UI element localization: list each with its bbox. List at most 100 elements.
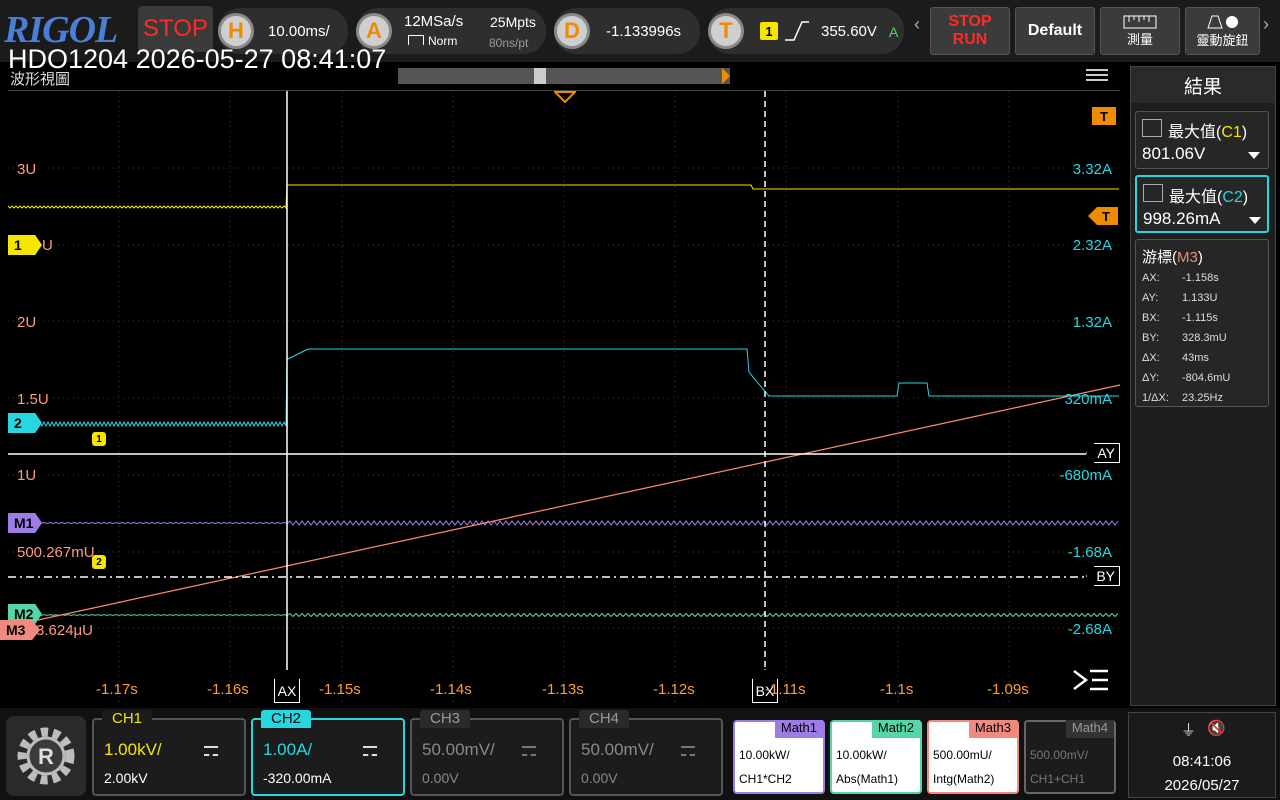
- measurement-card-2[interactable]: 最大值(C2) 998.26mA: [1135, 175, 1269, 233]
- m3-scale-label: 3U: [17, 161, 37, 178]
- m3-scale-label: 3.624μU: [36, 622, 94, 639]
- delay-panel[interactable]: D -1.133996s: [554, 8, 700, 54]
- measurement-card-1[interactable]: 最大值(C1) 801.06V: [1135, 111, 1269, 169]
- view-window-indicator[interactable]: [534, 68, 546, 84]
- waveform-canvas: [8, 91, 1120, 705]
- cursor-key: BY:: [1142, 332, 1160, 344]
- scroll-right-icon[interactable]: ›: [1263, 14, 1269, 35]
- math-tab: Math1: [774, 720, 823, 738]
- channel-tab: CH4: [579, 710, 630, 728]
- cursor-results-card[interactable]: 游標(M3) AX: -1.158s AY: 1.133U BX: -1.115s BY: 3…: [1135, 239, 1269, 407]
- delay-badge: D: [554, 13, 590, 49]
- ch2-scale-label: -2.68A: [1067, 621, 1112, 638]
- math-box-2[interactable]: Math2 10.00kW/Abs(Math1): [830, 720, 922, 794]
- usb-icon: ⏚: [1181, 722, 1197, 739]
- channel-box-ch3[interactable]: CH3 50.00mV/0.00V: [410, 710, 564, 796]
- cursor-value: -1.158s: [1182, 272, 1219, 284]
- measurement-value: 801.06V: [1142, 144, 1206, 163]
- run-stop-button[interactable]: STOP RUN: [930, 7, 1010, 55]
- m3-scale-label: 2U: [17, 314, 37, 331]
- math2-trace: [37, 612, 1119, 618]
- math-box-4[interactable]: Math4 500.00mV/CH1+CH1: [1024, 720, 1116, 794]
- measurement-label: 最大值(C2): [1169, 189, 1249, 206]
- time-tick: -1.16s: [207, 681, 249, 698]
- time-tick: -1.12s: [653, 681, 695, 698]
- cursor-key: AX:: [1142, 272, 1160, 284]
- ch1-offset-marker[interactable]: 1: [8, 235, 42, 255]
- ch2-offset-marker[interactable]: 2: [8, 413, 42, 433]
- results-panel: 結果 最大值(C1) 801.06V 最大值(C2) 998.26mA 游標(M…: [1130, 66, 1276, 706]
- math-scale: 10.00kW/: [739, 748, 790, 762]
- dropdown-arrow-icon[interactable]: [1249, 217, 1261, 224]
- cursor-key: 1/ΔX:: [1142, 392, 1169, 404]
- math-box-1[interactable]: Math1 10.00kW/CH1*CH2: [733, 720, 825, 794]
- m3-scale-label: 500.267mU: [17, 544, 95, 561]
- acquire-mode: Norm: [408, 34, 457, 48]
- results-title: 結果: [1131, 67, 1275, 103]
- cursor-value: 328.3mU: [1182, 332, 1227, 344]
- math-box-3[interactable]: Math3 500.00mU/Intg(Math2): [927, 720, 1019, 794]
- dc-coupling-icon: [522, 746, 536, 756]
- channel-box-ch2[interactable]: CH2 1.00A/ -320.00mA: [251, 710, 405, 796]
- cursor-value: 1.133U: [1182, 292, 1218, 304]
- smart-knob-button[interactable]: 靈動旋鈕: [1185, 7, 1260, 55]
- ch2-scale-label: 3.32A: [1072, 161, 1112, 178]
- trigger-level: 355.60V: [821, 23, 877, 40]
- status-clock: ⏚ 🔇 08:41:06 2026/05/27: [1128, 712, 1276, 798]
- math-tab: Math4: [1065, 720, 1114, 738]
- cursor-value: 43ms: [1182, 352, 1209, 364]
- measurement-value: 998.26mA: [1143, 209, 1221, 228]
- memory-overview-bar[interactable]: [398, 68, 730, 84]
- math-expression: CH1*CH2: [739, 772, 792, 786]
- math-expression: Intg(Math2): [933, 772, 995, 786]
- time-tick: -1.13s: [542, 681, 584, 698]
- cursor-title: 游標(M3): [1142, 249, 1203, 266]
- channel-offset: 2.00kV: [104, 770, 148, 786]
- sample-rate: 12MSa/s: [404, 13, 464, 30]
- channel-box-ch4[interactable]: CH4 50.00mV/0.00V: [569, 710, 723, 796]
- m1-offset-marker[interactable]: M1: [8, 513, 42, 533]
- scroll-left-icon[interactable]: ‹: [914, 14, 920, 35]
- waveform-area[interactable]: 3U 2U 1.5U 1U 500.267mU 3.624μU U 3.32A …: [0, 90, 1120, 705]
- time-tick: -1.14s: [430, 681, 472, 698]
- ch1-unit-label: U: [42, 237, 53, 254]
- ch2-trace: [37, 348, 1119, 428]
- ch2-scale-label: 2.32A: [1072, 237, 1112, 254]
- cursor-row: AY: 1.133U: [1142, 292, 1266, 312]
- cursor-value: -1.115s: [1182, 312, 1218, 324]
- ch2-scale-label: -1.68A: [1067, 544, 1112, 561]
- channel-box-ch1[interactable]: CH1 1.00kV/2.00kV: [92, 710, 246, 796]
- ruler-icon: [1123, 15, 1157, 28]
- cursor-row: BX: -1.115s: [1142, 312, 1266, 332]
- home-gear-button[interactable]: R: [6, 716, 86, 796]
- measure-button[interactable]: 測量: [1100, 7, 1180, 55]
- cursor-row: AX: -1.158s: [1142, 272, 1266, 292]
- measurement-label: 最大值(C1): [1168, 124, 1248, 141]
- math-expression: Abs(Math1): [836, 772, 899, 786]
- time-tick: -1.17s: [96, 681, 138, 698]
- m3-scale-label: 1.5U: [17, 391, 49, 408]
- view-label: 波形視圖: [10, 71, 71, 88]
- time-tick: -1.15s: [319, 681, 361, 698]
- trigger-time-marker: [554, 91, 576, 103]
- mute-icon[interactable]: 🔇: [1207, 719, 1226, 737]
- trigger-marker-top: T: [1092, 107, 1116, 125]
- max-measure-icon: [1142, 119, 1162, 137]
- math-tab: Math3: [968, 720, 1017, 738]
- channel-offset: -320.00mA: [263, 770, 332, 786]
- cursor-row: ΔY: -804.6mU: [1142, 372, 1266, 392]
- graticule: [8, 91, 1120, 705]
- collapse-menu-icon[interactable]: [1072, 667, 1110, 695]
- m3-offset-marker[interactable]: M3: [0, 620, 40, 640]
- channel-bar: R ⏚ 🔇 08:41:06 2026/05/27 CH1 1.00kV/2.00…: [0, 708, 1280, 800]
- cursor-rows: AX: -1.158s AY: 1.133U BX: -1.115s BY: 328.3mU Δ…: [1142, 272, 1266, 412]
- channel-scale: 50.00mV/: [581, 740, 654, 759]
- dropdown-arrow-icon[interactable]: [1248, 152, 1260, 159]
- menu-icon[interactable]: [1086, 66, 1108, 84]
- dc-coupling-icon: [204, 746, 218, 756]
- ch2-scale-label: -680mA: [1059, 467, 1112, 484]
- cursor-row: 1/ΔX: 23.25Hz: [1142, 392, 1266, 412]
- default-button[interactable]: Default: [1015, 7, 1095, 55]
- trigger-panel[interactable]: T 1 355.60V A: [708, 8, 904, 54]
- cursor-key: ΔX:: [1142, 352, 1160, 364]
